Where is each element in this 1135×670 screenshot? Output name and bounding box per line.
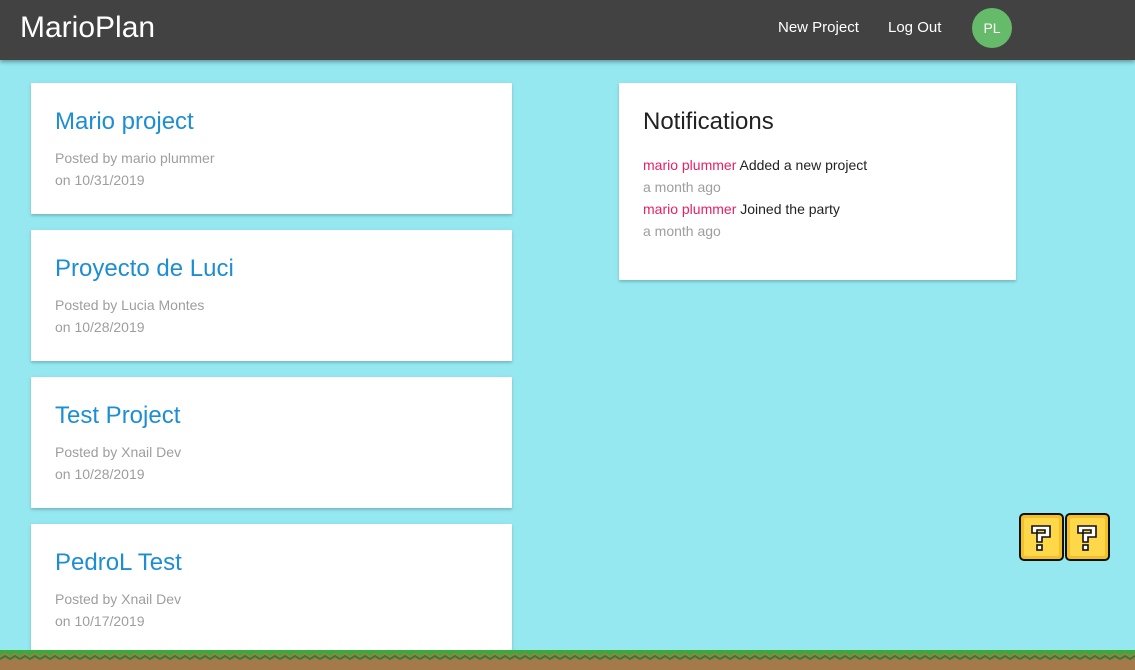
notification-user: mario plummer bbox=[643, 201, 737, 217]
user-avatar[interactable]: PL bbox=[972, 8, 1012, 48]
project-meta: Posted by Lucia Montes on 10/28/2019 bbox=[55, 294, 204, 338]
project-meta: Posted by Xnail Dev on 10/17/2019 bbox=[55, 588, 181, 632]
project-card[interactable]: Test Project Posted by Xnail Dev on 10/2… bbox=[31, 377, 512, 508]
project-author: Posted by Lucia Montes bbox=[55, 297, 205, 313]
project-date: on 10/17/2019 bbox=[55, 613, 145, 629]
top-navbar: MarioPlan New Project Log Out PL bbox=[0, 0, 1135, 60]
notification-time: a month ago bbox=[643, 223, 721, 239]
notification-time: a month ago bbox=[643, 179, 721, 195]
question-block-icon bbox=[1019, 513, 1064, 561]
notification-item: mario plummer Added a new project a mont… bbox=[643, 154, 867, 198]
notifications-heading: Notifications bbox=[643, 108, 774, 135]
project-date: on 10/31/2019 bbox=[55, 172, 145, 188]
brand-logo[interactable]: MarioPlan bbox=[20, 10, 155, 46]
question-blocks-decoration bbox=[1019, 513, 1110, 561]
notifications-panel: Notifications mario plummer Added a new … bbox=[619, 83, 1016, 280]
notifications-list: mario plummer Added a new project a mont… bbox=[643, 154, 867, 242]
project-title[interactable]: Proyecto de Luci bbox=[55, 254, 234, 284]
notification-content: Joined the party bbox=[740, 201, 840, 217]
project-card[interactable]: Mario project Posted by mario plummer on… bbox=[31, 83, 512, 214]
project-author: Posted by Xnail Dev bbox=[55, 444, 182, 460]
notification-item: mario plummer Joined the party a month a… bbox=[643, 198, 867, 242]
project-card[interactable]: Proyecto de Luci Posted by Lucia Montes … bbox=[31, 230, 512, 361]
question-block-icon bbox=[1065, 513, 1110, 561]
project-date: on 10/28/2019 bbox=[55, 466, 145, 482]
notification-user: mario plummer bbox=[643, 157, 737, 173]
project-meta: Posted by mario plummer on 10/31/2019 bbox=[55, 147, 215, 191]
project-meta: Posted by Xnail Dev on 10/28/2019 bbox=[55, 441, 181, 485]
project-author: Posted by mario plummer bbox=[55, 150, 215, 166]
notification-content: Added a new project bbox=[739, 157, 868, 173]
project-card[interactable]: PedroL Test Posted by Xnail Dev on 10/17… bbox=[31, 524, 512, 655]
project-title[interactable]: Test Project bbox=[55, 401, 180, 431]
new-project-link[interactable]: New Project bbox=[778, 18, 859, 38]
log-out-link[interactable]: Log Out bbox=[888, 18, 941, 38]
project-title[interactable]: PedroL Test bbox=[55, 548, 182, 578]
ground-strip-decoration bbox=[0, 650, 1135, 670]
project-title[interactable]: Mario project bbox=[55, 107, 194, 137]
project-author: Posted by Xnail Dev bbox=[55, 591, 182, 607]
project-date: on 10/28/2019 bbox=[55, 319, 145, 335]
